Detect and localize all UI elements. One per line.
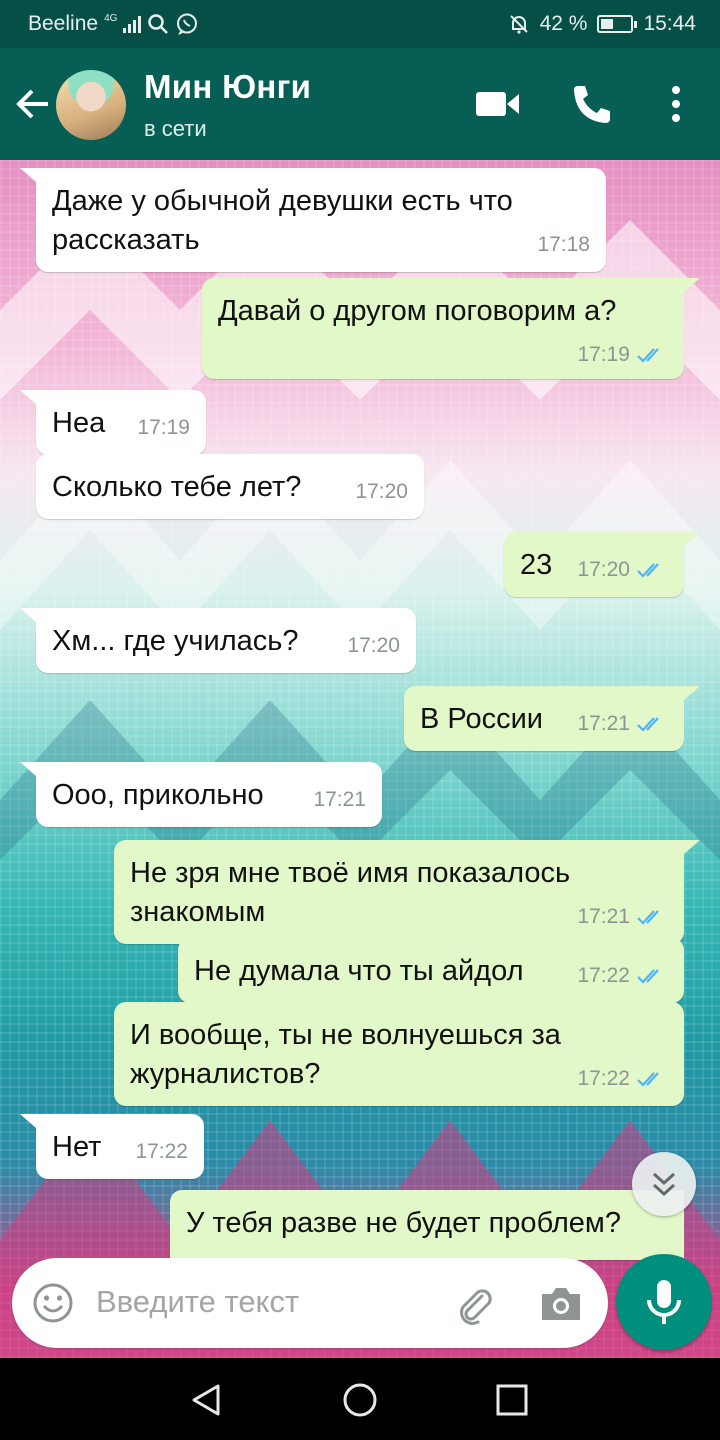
message-time: 17:21	[313, 788, 366, 811]
search-icon	[148, 14, 169, 34]
message-time: 17:19	[577, 343, 630, 366]
message-text: Не думала что ты айдол	[194, 955, 524, 987]
nav-home-icon[interactable]	[340, 1380, 380, 1420]
message-time: 17:20	[347, 634, 400, 657]
message-incoming[interactable]: Неа 17:19	[20, 390, 206, 455]
message-outgoing[interactable]: В России 17:21	[404, 686, 700, 751]
message-text: Неа	[52, 407, 106, 439]
read-ticks-icon	[637, 563, 659, 578]
signal-icon	[123, 15, 142, 33]
message-outgoing[interactable]: Не думала что ты айдол 17:22	[178, 938, 684, 1003]
avatar[interactable]	[56, 70, 126, 140]
read-ticks-icon	[637, 910, 659, 925]
message-incoming[interactable]: Сколько тебе лет? 17:20	[36, 454, 424, 519]
message-time: 17:22	[135, 1140, 188, 1163]
contact-status: в сети	[144, 116, 207, 141]
back-arrow-icon[interactable]	[14, 84, 54, 124]
message-text: У тебя разве не будет проблем?	[186, 1207, 621, 1239]
whatsapp-icon	[177, 13, 198, 35]
mute-bell-icon	[509, 15, 528, 34]
message-input-bar: Введите текст	[12, 1258, 608, 1348]
message-outgoing[interactable]: У тебя разве не будет проблем?	[170, 1190, 684, 1260]
camera-icon[interactable]	[538, 1282, 584, 1324]
battery-percent: 42 %	[539, 12, 588, 35]
message-text: В России	[420, 703, 543, 735]
clock: 15:44	[643, 12, 696, 35]
message-incoming[interactable]: Нет 17:22	[20, 1114, 204, 1179]
battery-icon	[597, 15, 638, 33]
double-chevron-down-icon	[652, 1172, 676, 1197]
message-text: Даже у обычной девушки есть что рассказа…	[52, 185, 513, 256]
phone-call-icon[interactable]	[568, 82, 616, 126]
message-incoming[interactable]: Даже у обычной девушки есть что рассказа…	[20, 168, 606, 272]
nav-recents-icon[interactable]	[492, 1380, 532, 1420]
read-ticks-icon	[637, 717, 659, 732]
message-time: 17:22	[577, 1067, 630, 1090]
scroll-to-bottom-button[interactable]	[632, 1152, 696, 1216]
message-text: 23	[520, 549, 553, 581]
read-ticks-icon	[637, 969, 659, 984]
message-incoming[interactable]: Ооо, прикольно 17:21	[20, 762, 382, 827]
message-incoming[interactable]: Хм... где училась? 17:20	[20, 608, 416, 673]
message-text: И вообще, ты не волнуешься за журналисто…	[130, 1019, 561, 1090]
message-input[interactable]: Введите текст	[96, 1284, 299, 1320]
emoji-icon[interactable]	[32, 1282, 74, 1324]
more-options-icon[interactable]	[652, 82, 700, 126]
microphone-icon	[647, 1280, 681, 1324]
message-text: Ооо, прикольно	[52, 779, 264, 811]
message-outgoing[interactable]: Не зря мне твоё имя показалось знакомым …	[114, 840, 700, 944]
status-bar: Beeline 4G 42 % 15:44	[0, 0, 720, 48]
message-time: 17:20	[577, 558, 630, 581]
message-text: Хм... где училась?	[52, 625, 299, 657]
message-outgoing[interactable]: Давай о другом поговорим а? 17:19	[202, 278, 700, 379]
message-time: 17:21	[577, 905, 630, 928]
voice-record-button[interactable]	[616, 1254, 712, 1350]
message-time: 17:20	[355, 480, 408, 503]
message-outgoing[interactable]: И вообще, ты не волнуешься за журналисто…	[114, 1002, 684, 1106]
nav-back-icon[interactable]	[186, 1380, 226, 1420]
system-navigation-bar	[0, 1358, 720, 1440]
message-text: Давай о другом поговорим а?	[218, 295, 617, 327]
message-time: 17:21	[577, 712, 630, 735]
chat-header: Мин Юнги в сети	[0, 48, 720, 160]
read-ticks-icon	[637, 348, 659, 363]
message-text: Нет	[52, 1131, 102, 1163]
message-text: Сколько тебе лет?	[52, 471, 302, 503]
network-type: 4G	[104, 12, 118, 24]
message-time: 17:22	[577, 964, 630, 987]
read-ticks-icon	[637, 1072, 659, 1087]
message-time: 17:19	[137, 416, 190, 439]
message-time: 17:18	[537, 233, 590, 256]
attachment-icon[interactable]	[452, 1282, 496, 1326]
chat-area[interactable]: Даже у обычной девушки есть что рассказа…	[0, 160, 720, 1358]
message-outgoing[interactable]: 23 17:20	[504, 532, 700, 597]
contact-name[interactable]: Мин Юнги	[144, 68, 311, 106]
video-call-icon[interactable]	[474, 82, 522, 126]
message-text: Не зря мне твоё имя показалось знакомым	[130, 857, 571, 928]
carrier-name: Beeline	[28, 12, 99, 35]
